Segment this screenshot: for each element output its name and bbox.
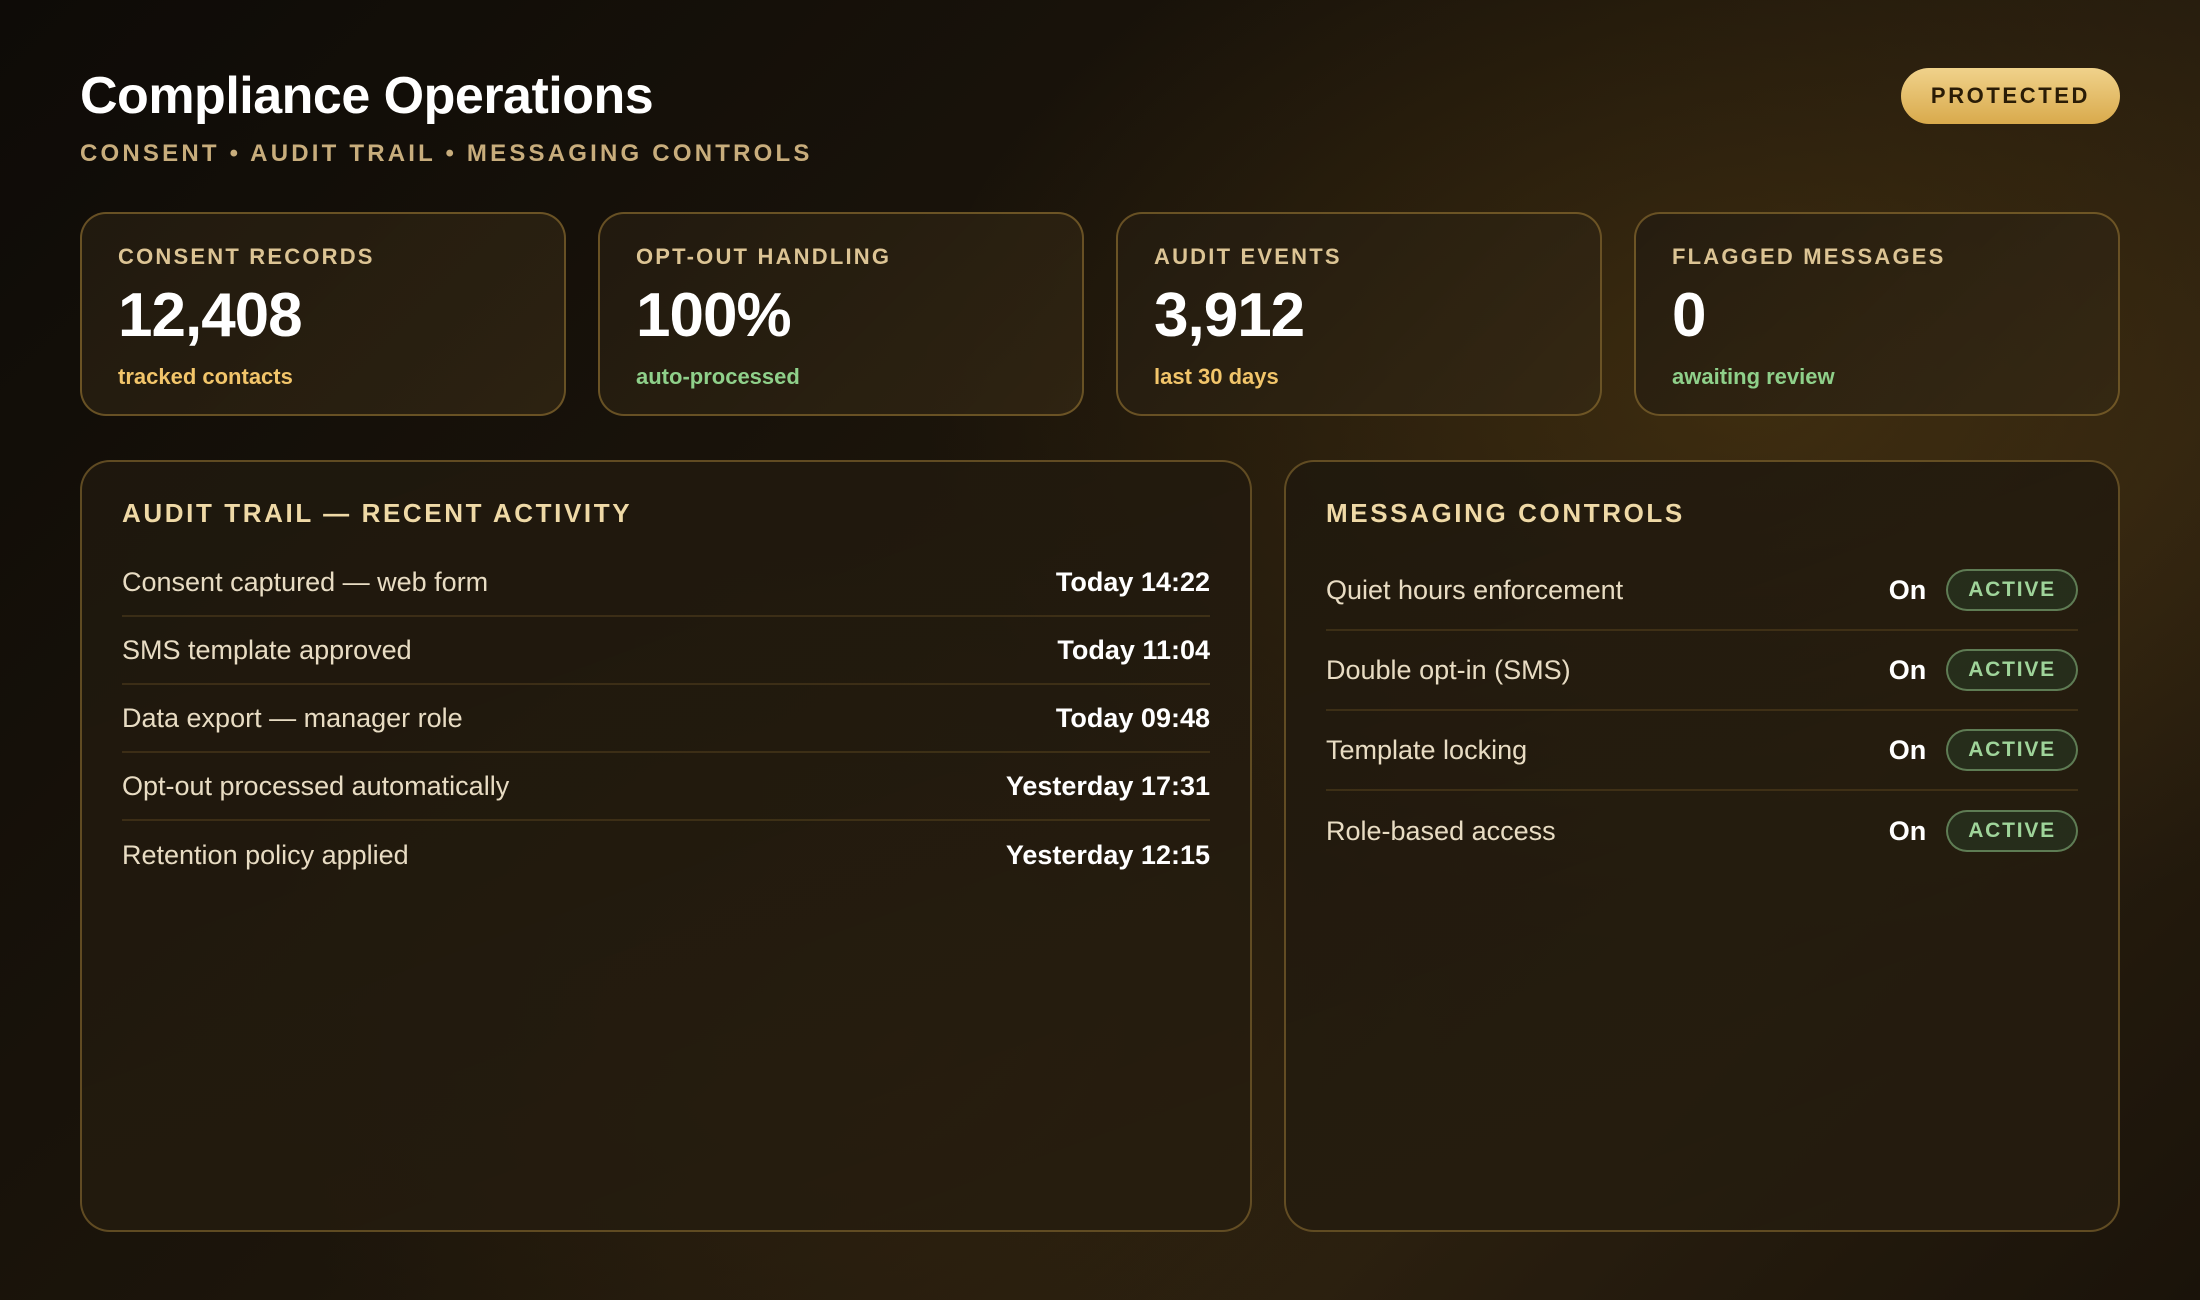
messaging-panel-title: MESSAGING CONTROLS	[1326, 498, 1685, 528]
control-status-group: On ACTIVE	[1889, 729, 2078, 771]
controls-list: Quiet hours enforcement On ACTIVE Double…	[1326, 551, 2078, 871]
audit-event: Opt-out processed automatically	[122, 770, 510, 801]
stat-card-flagged-messages: FLAGGED MESSAGES 0 awaiting review	[1634, 212, 2120, 416]
audit-event: Consent captured — web form	[122, 566, 489, 597]
stat-value: 12,408	[118, 281, 303, 350]
audit-row[interactable]: Retention policy applied Yesterday 12:15	[122, 821, 1210, 889]
stat-value: 0	[1672, 281, 1706, 350]
active-status-badge: ACTIVE	[1946, 569, 2078, 611]
audit-event: Data export — manager role	[122, 702, 463, 733]
control-row-quiet-hours: Quiet hours enforcement On ACTIVE	[1326, 551, 2078, 631]
messaging-controls-panel: MESSAGING CONTROLS Quiet hours enforceme…	[1284, 460, 2120, 1232]
active-status-badge: ACTIVE	[1946, 649, 2078, 691]
stat-card-consent-records: CONSENT RECORDS 12,408 tracked contacts	[80, 212, 566, 416]
stat-label: OPT-OUT HANDLING	[636, 244, 892, 269]
control-row-role-based-access: Role-based access On ACTIVE	[1326, 791, 2078, 871]
audit-time: Today 11:04	[1057, 634, 1210, 665]
stat-card-opt-out-handling: OPT-OUT HANDLING 100% auto-processed	[598, 212, 1084, 416]
control-status-group: On ACTIVE	[1889, 649, 2078, 691]
audit-row[interactable]: SMS template approved Today 11:04	[122, 617, 1210, 685]
control-state[interactable]: On	[1889, 655, 1927, 686]
control-label: Double opt-in (SMS)	[1326, 654, 1571, 685]
stat-value: 100%	[636, 281, 792, 350]
stat-note: auto-processed	[636, 364, 800, 389]
control-row-double-opt-in: Double opt-in (SMS) On ACTIVE	[1326, 631, 2078, 711]
stat-note: tracked contacts	[118, 364, 293, 389]
page-subtitle: CONSENT • AUDIT TRAIL • MESSAGING CONTRO…	[80, 140, 813, 167]
stat-label: CONSENT RECORDS	[118, 244, 375, 269]
audit-row[interactable]: Opt-out processed automatically Yesterda…	[122, 753, 1210, 821]
audit-panel-title: AUDIT TRAIL — RECENT ACTIVITY	[122, 498, 633, 528]
audit-row[interactable]: Data export — manager role Today 09:48	[122, 685, 1210, 753]
control-state[interactable]: On	[1889, 816, 1927, 847]
stat-card-audit-events: AUDIT EVENTS 3,912 last 30 days	[1116, 212, 1602, 416]
page-header: Compliance Operations CONSENT • AUDIT TR…	[80, 66, 2120, 176]
page-title: Compliance Operations	[80, 67, 654, 125]
stat-note: awaiting review	[1672, 364, 1835, 389]
control-status-group: On ACTIVE	[1889, 810, 2078, 852]
audit-time: Yesterday 17:31	[1005, 770, 1210, 801]
control-state[interactable]: On	[1889, 735, 1927, 766]
stat-value: 3,912	[1154, 281, 1305, 350]
stats-row: CONSENT RECORDS 12,408 tracked contacts …	[80, 212, 2120, 416]
audit-list: Consent captured — web form Today 14:22 …	[122, 549, 1210, 889]
control-state[interactable]: On	[1889, 575, 1927, 606]
active-status-badge: ACTIVE	[1946, 810, 2078, 852]
protected-badge: PROTECTED	[1900, 68, 2120, 124]
control-label: Quiet hours enforcement	[1326, 574, 1624, 605]
audit-time: Yesterday 12:15	[1005, 839, 1210, 870]
stat-note: last 30 days	[1154, 364, 1279, 389]
active-status-badge: ACTIVE	[1946, 729, 2078, 771]
control-label: Role-based access	[1326, 815, 1556, 846]
audit-event: SMS template approved	[122, 634, 412, 665]
audit-time: Today 14:22	[1055, 566, 1210, 597]
audit-event: Retention policy applied	[122, 839, 409, 870]
compliance-dashboard: Compliance Operations CONSENT • AUDIT TR…	[80, 0, 2120, 1300]
control-label: Template locking	[1326, 734, 1528, 765]
stat-label: FLAGGED MESSAGES	[1672, 244, 1946, 269]
audit-row[interactable]: Consent captured — web form Today 14:22	[122, 549, 1210, 617]
control-status-group: On ACTIVE	[1889, 569, 2078, 611]
audit-time: Today 09:48	[1055, 702, 1210, 733]
stat-label: AUDIT EVENTS	[1154, 244, 1342, 269]
audit-trail-panel: AUDIT TRAIL — RECENT ACTIVITY Consent ca…	[80, 460, 1252, 1232]
control-row-template-locking: Template locking On ACTIVE	[1326, 711, 2078, 791]
